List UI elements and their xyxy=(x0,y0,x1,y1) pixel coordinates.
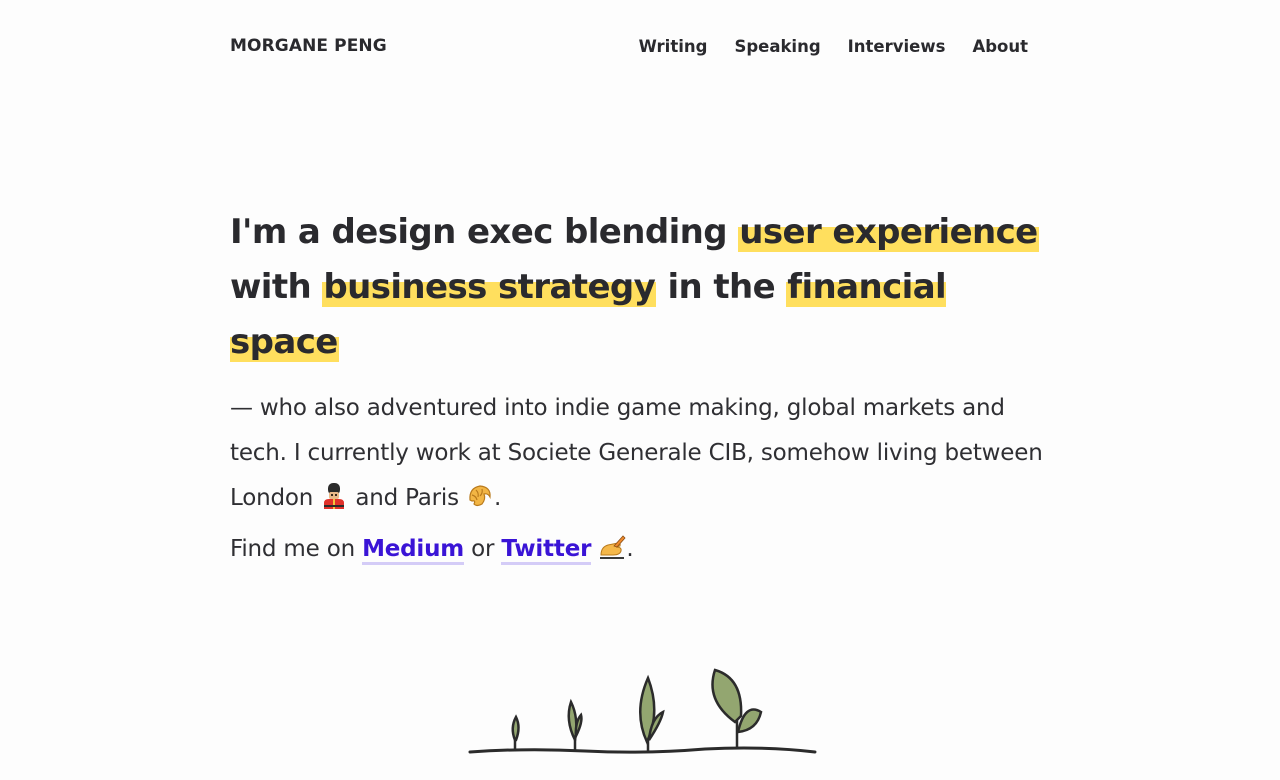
twitter-link[interactable]: Twitter xyxy=(501,536,591,565)
highlight-user-experience: user experience xyxy=(738,212,1039,252)
sprouts-illustration xyxy=(468,668,817,754)
writing-hand-emoji-icon xyxy=(600,535,626,559)
headline-text: in the xyxy=(656,267,787,307)
headline-text: I'm a design exec blending xyxy=(230,212,739,252)
find-me-line: Find me on Medium or Twitter . xyxy=(230,533,634,565)
headline: I'm a design exec blending user experien… xyxy=(230,205,1060,370)
headline-text: with xyxy=(230,267,323,307)
croissant-emoji-icon xyxy=(469,485,491,507)
nav-writing[interactable]: Writing xyxy=(639,37,708,56)
bio-text: . xyxy=(493,485,502,511)
nav-about[interactable]: About xyxy=(972,37,1028,56)
find-text: or xyxy=(464,536,502,562)
nav-speaking[interactable]: Speaking xyxy=(734,37,820,56)
guard-emoji-icon xyxy=(324,483,345,509)
main-nav: Writing Speaking Interviews About xyxy=(639,37,1028,56)
bio-paragraph: — who also adventured into indie game ma… xyxy=(230,386,1060,521)
find-text: Find me on xyxy=(230,536,363,562)
nav-interviews[interactable]: Interviews xyxy=(848,37,946,56)
site-header: MORGANE PENG Writing Speaking Interviews… xyxy=(230,0,1028,95)
intro-section: I'm a design exec blending user experien… xyxy=(230,205,1060,521)
medium-link[interactable]: Medium xyxy=(362,536,464,565)
site-name-link[interactable]: MORGANE PENG xyxy=(230,36,387,56)
bio-text: and Paris xyxy=(348,485,466,511)
find-text: . xyxy=(626,536,634,562)
highlight-business-strategy: business strategy xyxy=(322,267,657,307)
